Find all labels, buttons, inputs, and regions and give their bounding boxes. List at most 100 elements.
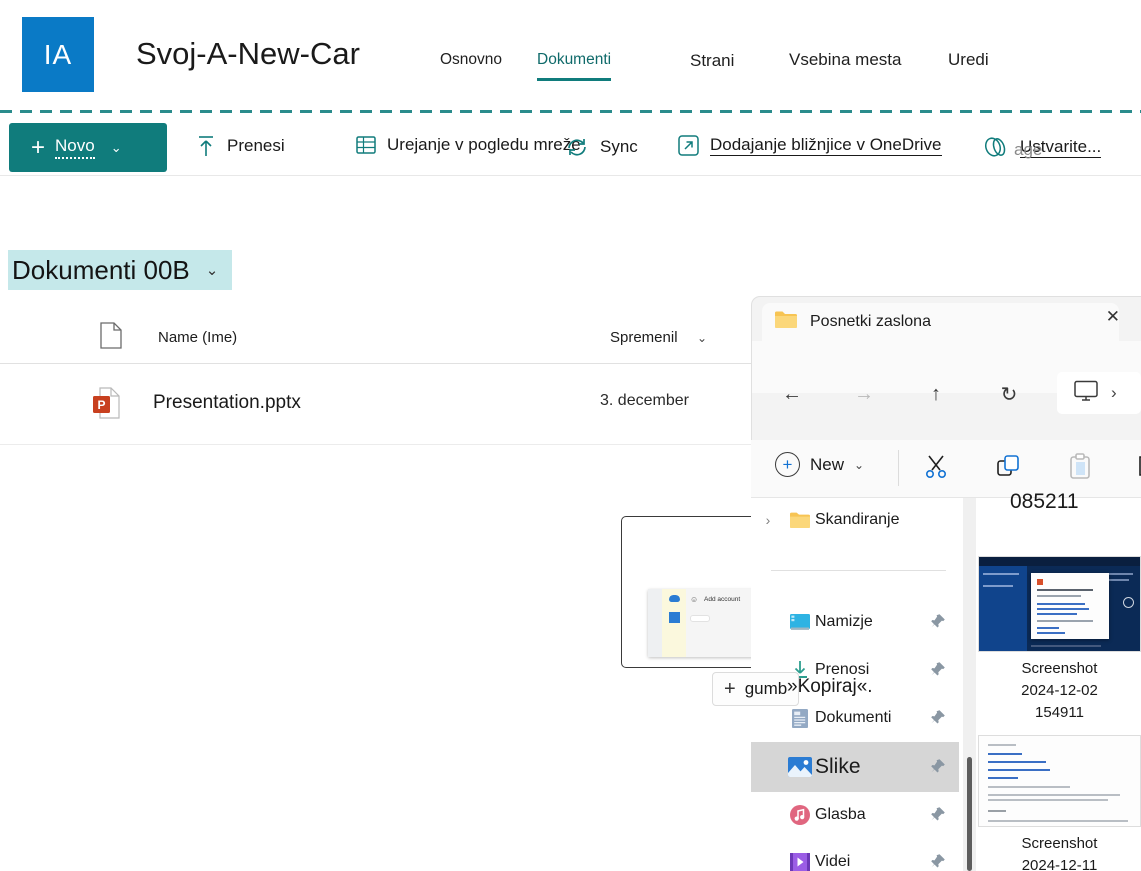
- upload-label: Prenesi: [227, 136, 285, 155]
- nav-tab-uredi[interactable]: Uredi: [948, 50, 989, 74]
- explorer-tab[interactable]: Posnetki zaslona: [762, 303, 1119, 341]
- tree-item-skandiranje[interactable]: › Skandiranje: [751, 498, 959, 542]
- sync-button[interactable]: Sync: [565, 136, 638, 158]
- explorer-new-label: New: [810, 454, 845, 474]
- agent-icon: [983, 135, 1009, 159]
- pin-icon[interactable]: [930, 709, 946, 728]
- chevron-down-icon: ⌄: [205, 262, 219, 279]
- video-icon: [785, 852, 815, 871]
- pictures-icon: [785, 756, 815, 778]
- explorer-tab-strip: Posnetki zaslona ✕: [752, 297, 1141, 341]
- forward-button[interactable]: →: [850, 380, 878, 408]
- dashed-divider: [0, 110, 1141, 113]
- thumbnail-item[interactable]: Screenshot 2024-12-11: [978, 735, 1141, 871]
- music-icon: [785, 804, 815, 826]
- tree-item-slike[interactable]: Slike: [751, 742, 959, 792]
- tree-item-glasba[interactable]: Glasba: [751, 793, 959, 837]
- library-title: Dokumenti 00B: [12, 254, 190, 285]
- library-title-dropdown[interactable]: Dokumenti 00B ⌄: [8, 250, 233, 290]
- copy-button[interactable]: [994, 452, 1022, 480]
- tree-item-label: Videi: [815, 853, 851, 870]
- nav-tab-osnovno[interactable]: Osnovno: [440, 51, 502, 73]
- tree-item-label: Glasba: [815, 806, 866, 823]
- sync-label: Sync: [600, 137, 638, 156]
- back-button[interactable]: ←: [778, 380, 806, 408]
- pin-icon[interactable]: [930, 758, 946, 777]
- close-icon[interactable]: ✕: [1106, 307, 1120, 327]
- page-title: Svoj-A-New-Car: [136, 36, 360, 71]
- thumbnail-caption: Screenshot 2024-12-02 154911: [1021, 660, 1098, 721]
- folder-icon: [785, 511, 815, 529]
- chevron-down-icon[interactable]: ⌄: [697, 331, 707, 345]
- chevron-down-icon: ⌄: [854, 457, 865, 472]
- thumbnail-item[interactable]: Screenshot 2024-12-02 154911: [978, 556, 1141, 724]
- nav-tab-dokumenti[interactable]: Dokumenti: [537, 51, 612, 81]
- tree-item-namizje[interactable]: Namizje: [751, 600, 959, 644]
- preview-thumbnail-card[interactable]: ☺ Add account: [621, 516, 771, 668]
- tooltip-overflow-text: »Kopiraj«.: [787, 676, 873, 697]
- tree-item-label: Namizje: [815, 613, 873, 630]
- toolbar-divider: [898, 450, 899, 486]
- upload-icon: [196, 135, 216, 157]
- up-button[interactable]: ↑: [922, 380, 950, 408]
- refresh-button[interactable]: ↻: [995, 380, 1023, 408]
- column-header-modified[interactable]: Spremenil: [610, 329, 678, 346]
- documents-icon: [785, 708, 815, 729]
- thumbnail-dialog: [1031, 573, 1109, 639]
- mini-left-rail: [648, 589, 662, 657]
- file-modified-date: 3. december: [600, 392, 689, 409]
- upload-button[interactable]: Prenesi: [196, 135, 285, 157]
- paste-button: [1066, 452, 1094, 480]
- cloud-icon: [668, 595, 680, 602]
- mini-input-pill: [690, 615, 710, 622]
- shortcut-icon: [678, 135, 699, 156]
- nav-tab-strani[interactable]: Strani: [690, 51, 734, 75]
- file-name-link[interactable]: Presentation.pptx: [153, 392, 301, 414]
- chevron-down-icon: ⌄: [110, 139, 122, 155]
- new-button[interactable]: + Novo ⌄: [9, 123, 167, 172]
- mini-icon-strip: [662, 589, 686, 657]
- person-icon: ☺: [690, 595, 699, 604]
- tree-item-label: Skandiranje: [815, 511, 900, 528]
- address-bar-chip[interactable]: ›: [1057, 372, 1141, 414]
- explorer-scrollbar-thumb[interactable]: [967, 757, 972, 871]
- pin-icon[interactable]: [930, 806, 946, 825]
- add-shortcut-onedrive-button[interactable]: Dodajanje bližnjice v OneDrive: [678, 135, 942, 156]
- tree-item-label: Dokumenti: [815, 709, 892, 726]
- grid-edit-label: Urejanje v pogledu mreže: [387, 135, 581, 154]
- tree-divider: [771, 570, 946, 571]
- explorer-new-button[interactable]: + New ⌄: [775, 452, 864, 477]
- folder-icon: [774, 310, 798, 334]
- grid-edit-button[interactable]: Urejanje v pogledu mreže: [356, 135, 581, 155]
- rename-button[interactable]: [1133, 452, 1141, 480]
- pin-icon[interactable]: [930, 661, 946, 680]
- column-header-name[interactable]: Name (Ime): [158, 329, 237, 346]
- cut-button[interactable]: [922, 452, 950, 480]
- thumbnail-caption-cutoff: 085211: [1010, 490, 1079, 513]
- pin-icon[interactable]: [930, 853, 946, 871]
- nav-tab-vsebina-mesta[interactable]: Vsebina mesta: [789, 50, 901, 74]
- svg-text:P: P: [98, 398, 106, 412]
- thumbnail-image: [978, 735, 1141, 827]
- grid-icon: [356, 135, 376, 155]
- explorer-tab-title: Posnetki zaslona: [810, 313, 931, 330]
- add-account-label: Add account: [704, 596, 741, 603]
- tooltip-text: gumb: [744, 679, 788, 698]
- chevron-right-icon[interactable]: ›: [751, 512, 785, 528]
- sync-icon: [565, 136, 589, 158]
- add-shortcut-label: Dodajanje bližnjice v OneDrive: [710, 135, 942, 156]
- document-icon: [100, 322, 122, 354]
- plus-icon: +: [724, 677, 736, 700]
- grid-icon: [668, 612, 680, 623]
- tree-item-videi[interactable]: Videi: [751, 840, 959, 871]
- site-logo: IA: [22, 17, 94, 92]
- this-pc-icon: [1073, 380, 1099, 407]
- chevron-right-icon[interactable]: ›: [1111, 383, 1117, 403]
- create-agent-overflow-label: age: [1014, 140, 1043, 159]
- thumbnail-caption: Screenshot 2024-12-11: [1021, 835, 1098, 871]
- site-header: IA Svoj-A-New-Car Osnovno Dokumenti Stra…: [0, 0, 1141, 104]
- powerpoint-file-icon: P: [92, 387, 120, 424]
- pin-icon[interactable]: [930, 613, 946, 632]
- new-button-label: Novo: [55, 136, 95, 159]
- thumbnail-image: [978, 556, 1141, 652]
